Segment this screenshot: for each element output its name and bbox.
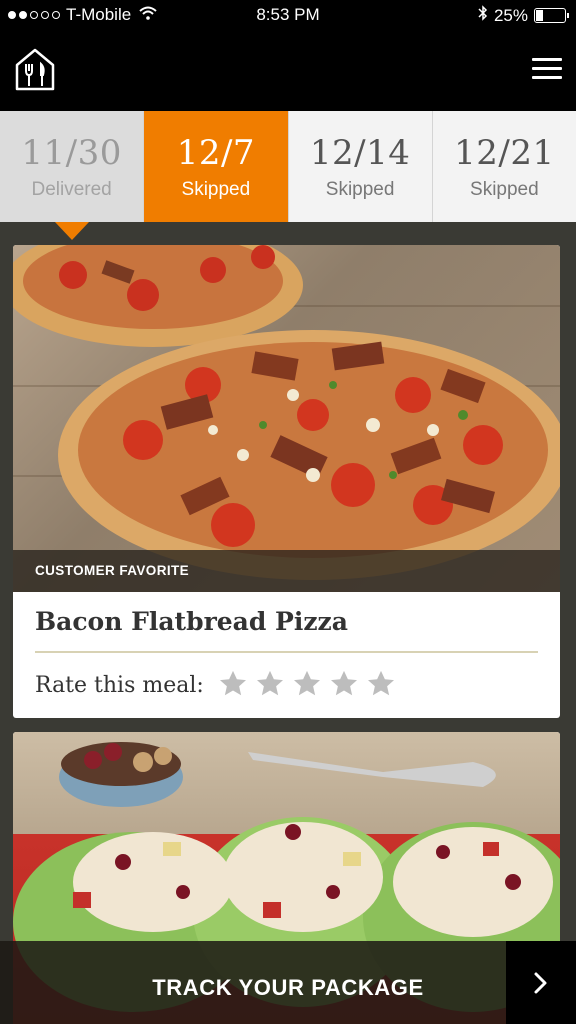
tab-status: Skipped (470, 179, 539, 200)
status-bar: T-Mobile 8:53 PM 25% (0, 0, 576, 30)
star-icon[interactable] (255, 669, 285, 699)
battery-group: 25% (478, 5, 569, 26)
flatbread-pizza-image (13, 245, 560, 580)
tab-status: Skipped (181, 179, 251, 200)
bluetooth-icon (478, 5, 488, 26)
week-tabs: 11/30 Delivered 12/7 Skipped 12/14 Skipp… (0, 111, 576, 222)
meal-tag: CUSTOMER FAVORITE (35, 563, 190, 578)
tab-week-12-14[interactable]: 12/14 Skipped (288, 111, 433, 222)
tab-date: 12/14 (309, 133, 411, 173)
tab-status: Skipped (325, 179, 395, 200)
app-header (0, 30, 576, 111)
star-icon[interactable] (329, 669, 359, 699)
meal-title[interactable]: Bacon Flatbread Pizza (35, 607, 348, 636)
star-rating (218, 669, 396, 699)
star-icon[interactable] (218, 669, 248, 699)
tab-week-11-30[interactable]: 11/30 Delivered (0, 111, 145, 222)
star-icon[interactable] (292, 669, 322, 699)
battery-percent: 25% (493, 5, 528, 25)
meal-photo[interactable]: CUSTOMER FAVORITE (13, 245, 560, 592)
tab-date: 12/7 (176, 133, 256, 173)
rate-label: Rate this meal: (35, 673, 204, 698)
hamburger-menu-icon[interactable] (532, 58, 562, 82)
active-tab-pointer (55, 222, 89, 240)
divider (35, 651, 538, 653)
tab-week-12-7[interactable]: 12/7 Skipped (144, 111, 289, 222)
battery-icon (534, 8, 569, 23)
tag-bar: CUSTOMER FAVORITE (13, 550, 560, 592)
star-icon[interactable] (366, 669, 396, 699)
tab-week-12-21[interactable]: 12/21 Skipped (432, 111, 576, 222)
track-package-button[interactable]: TRACK YOUR PACKAGE (0, 975, 576, 1001)
meal-card[interactable]: CUSTOMER FAVORITE Bacon Flatbread Pizza … (13, 245, 560, 718)
tab-date: 11/30 (21, 133, 122, 173)
home-fork-knife-icon[interactable] (14, 47, 56, 91)
tab-status: Delivered (31, 179, 112, 200)
chevron-right-icon[interactable] (506, 941, 576, 1024)
tab-date: 12/21 (454, 133, 555, 173)
